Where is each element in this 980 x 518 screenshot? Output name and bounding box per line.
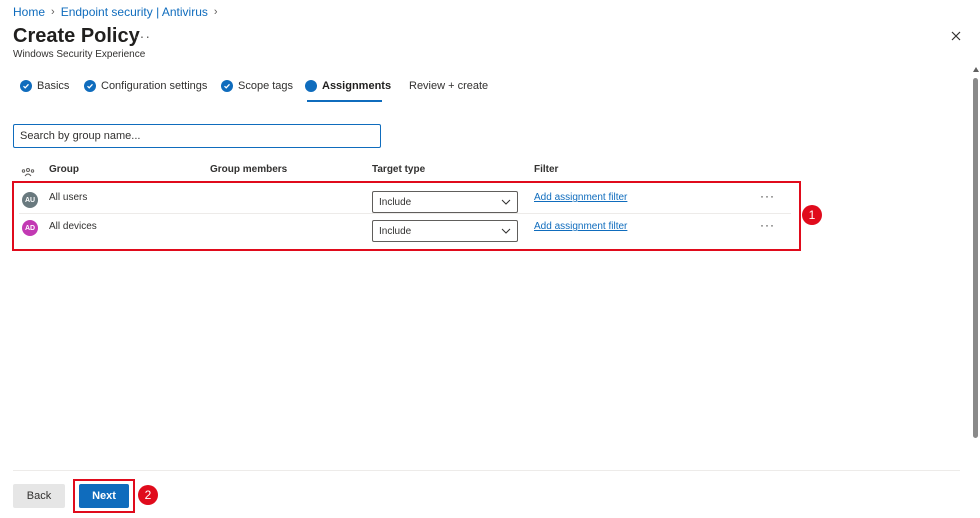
check-circle-icon xyxy=(221,80,233,92)
column-header-group[interactable]: Group xyxy=(49,164,79,175)
check-circle-icon xyxy=(20,80,32,92)
tab-label: Scope tags xyxy=(238,80,294,92)
close-icon xyxy=(951,31,961,41)
footer-divider xyxy=(13,470,960,471)
tab-review-create[interactable]: Review + create xyxy=(409,80,488,92)
close-button[interactable] xyxy=(948,28,964,44)
active-tab-indicator xyxy=(307,100,382,102)
annotation-highlight-rows xyxy=(12,181,801,251)
columns-icon[interactable] xyxy=(21,164,35,177)
search-box xyxy=(13,124,381,148)
scroll-up-arrow-icon[interactable] xyxy=(973,67,979,72)
check-circle-icon xyxy=(84,80,96,92)
title-more-button[interactable]: ··· xyxy=(134,28,151,44)
page-subtitle: Windows Security Experience xyxy=(13,49,146,60)
breadcrumb-home-link[interactable]: Home xyxy=(13,5,45,19)
chevron-right-icon: › xyxy=(213,6,218,18)
column-header-target-type[interactable]: Target type xyxy=(372,164,425,175)
annotation-badge-1: 1 xyxy=(802,205,822,225)
breadcrumb-antivirus-link[interactable]: Endpoint security | Antivirus xyxy=(61,5,208,19)
tab-label: Configuration settings xyxy=(101,80,208,92)
search-input[interactable] xyxy=(14,125,380,147)
breadcrumb: Home › Endpoint security | Antivirus › xyxy=(13,5,218,19)
column-header-filter[interactable]: Filter xyxy=(534,164,558,175)
column-header-group-members[interactable]: Group members xyxy=(210,164,287,175)
tab-label: Review + create xyxy=(409,80,489,92)
page-title: Create Policy xyxy=(13,25,140,47)
tab-label: Assignments xyxy=(322,80,392,92)
tab-scope-tags[interactable]: Scope tags xyxy=(221,80,293,92)
tab-label: Basics xyxy=(37,80,70,92)
scrollbar-thumb[interactable] xyxy=(973,78,978,438)
annotation-highlight-next xyxy=(73,479,135,513)
annotation-badge-2: 2 xyxy=(138,485,158,505)
current-step-icon xyxy=(305,80,317,92)
back-button[interactable]: Back xyxy=(13,484,65,508)
tab-configuration-settings[interactable]: Configuration settings xyxy=(84,80,207,92)
tab-assignments[interactable]: Assignments xyxy=(305,80,391,92)
tab-basics[interactable]: Basics xyxy=(20,80,69,92)
chevron-right-icon: › xyxy=(51,6,55,18)
